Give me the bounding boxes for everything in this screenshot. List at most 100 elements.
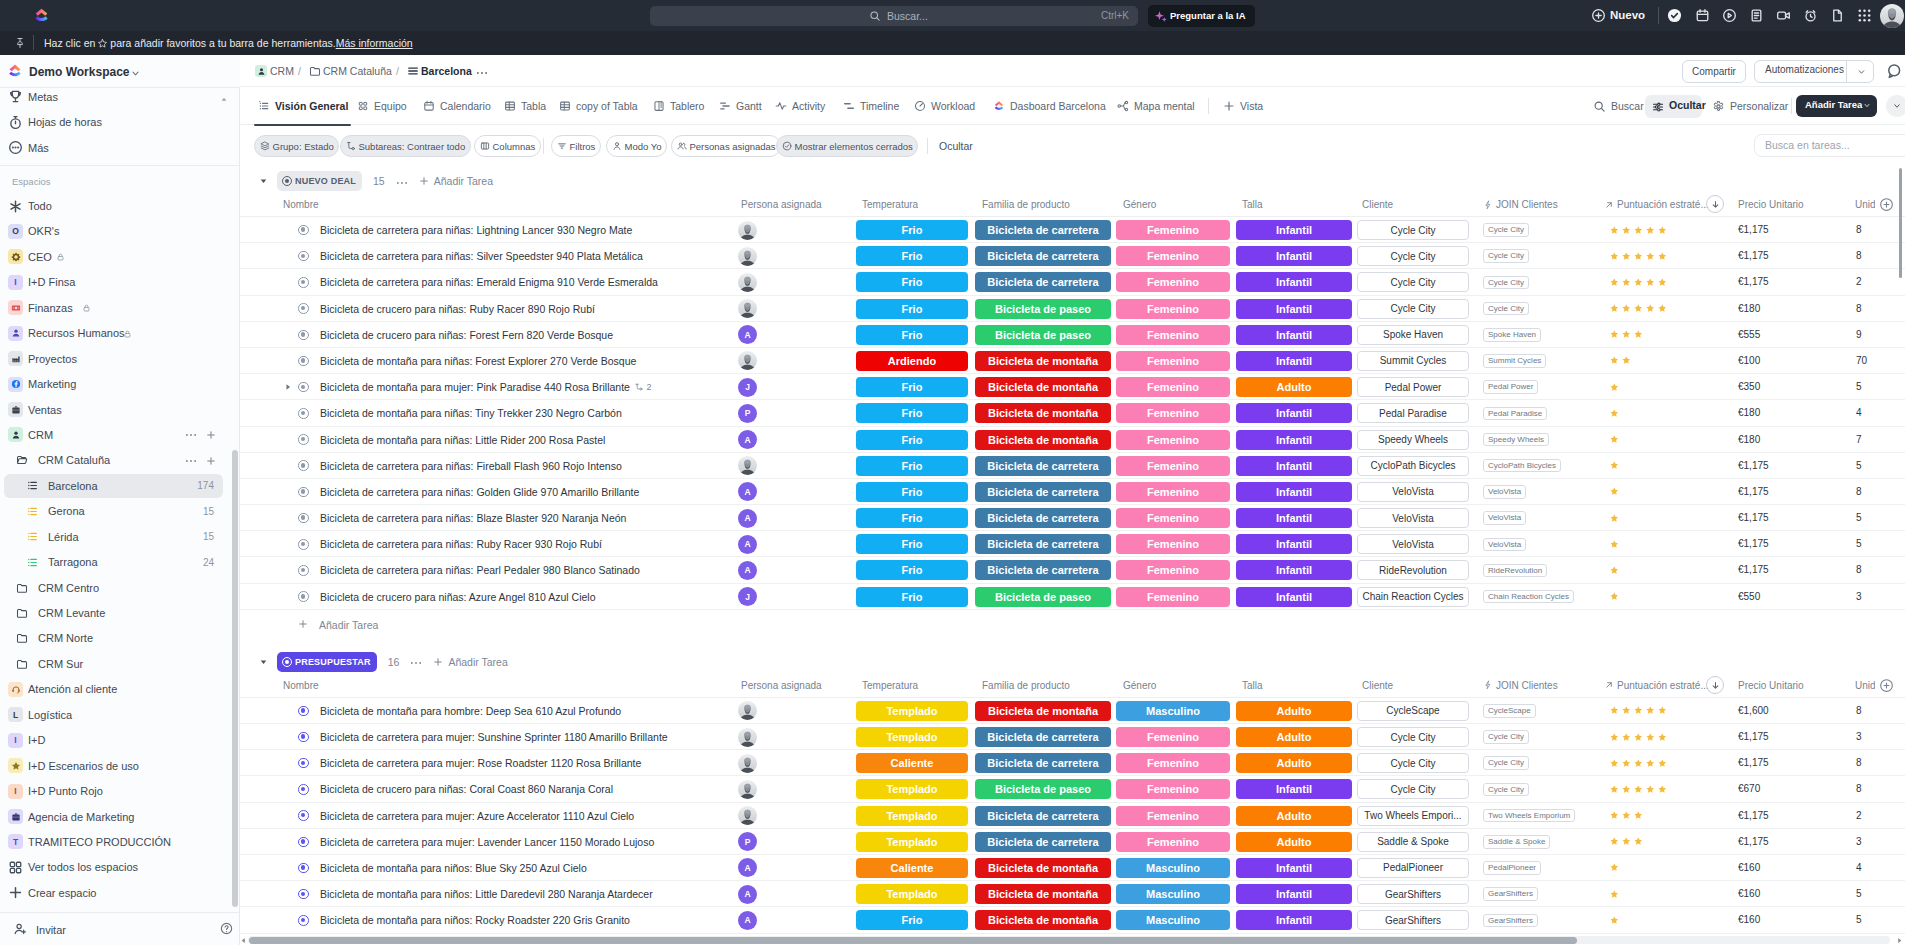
unit-price-cell[interactable]: €1,175 <box>1738 731 1769 742</box>
client-cell[interactable]: VeloVista <box>1357 534 1469 554</box>
units-cell[interactable]: 8 <box>1856 250 1862 261</box>
task-search-input[interactable]: Busca en tareas... <box>1754 134 1905 157</box>
sidebar-item-proyectos[interactable]: Proyectos <box>0 346 240 371</box>
star-icon[interactable] <box>1622 733 1632 743</box>
my-tasks-icon[interactable] <box>1667 8 1682 23</box>
star-icon[interactable] <box>1610 304 1620 314</box>
temperature-pill[interactable]: Caliente <box>856 753 968 773</box>
score-stars[interactable] <box>1610 863 1620 873</box>
task-status-icon[interactable] <box>298 706 309 717</box>
units-cell[interactable]: 5 <box>1856 888 1862 899</box>
task-status-icon[interactable] <box>298 784 309 795</box>
hide-button[interactable]: Ocultar <box>1645 95 1702 118</box>
tab-copy-of-tabla[interactable]: copy of Tabla <box>559 87 638 125</box>
sidebar-item-gerona[interactable]: Gerona15 <box>0 499 240 524</box>
breadcrumb-crm[interactable]: CRM <box>270 65 294 77</box>
col-assignee[interactable]: Persona asignada <box>741 680 822 691</box>
size-pill[interactable]: Adulto <box>1236 753 1352 773</box>
unit-price-cell[interactable]: €670 <box>1738 783 1760 794</box>
star-icon[interactable] <box>1622 837 1632 847</box>
task-name[interactable]: Bicicleta de carretera para niñas: Blaze… <box>320 512 626 524</box>
tab-timeline[interactable]: Timeline <box>843 87 899 125</box>
sidebar-item-okr-s[interactable]: OOKR's <box>0 219 240 244</box>
assignee-avatar[interactable]: A <box>738 885 757 904</box>
units-cell[interactable]: 8 <box>1856 486 1862 497</box>
unit-price-cell[interactable]: €1,175 <box>1738 276 1769 287</box>
join-client-tag[interactable]: VeloVista <box>1483 538 1526 552</box>
units-cell[interactable]: 7 <box>1856 434 1862 445</box>
score-stars[interactable] <box>1610 706 1668 716</box>
family-pill[interactable]: Bicicleta de carretera <box>975 456 1111 476</box>
sidebar-item-i-d-finsa[interactable]: II+D Finsa <box>0 270 240 295</box>
star-icon[interactable] <box>1634 304 1644 314</box>
task-name[interactable]: Bicicleta de carretera para mujer: Laven… <box>320 836 654 848</box>
units-cell[interactable]: 5 <box>1856 512 1862 523</box>
workspace-switcher[interactable]: Demo Workspace <box>0 55 240 88</box>
col-name[interactable]: Nombre <box>283 680 319 691</box>
star-icon[interactable] <box>1646 252 1656 262</box>
star-icon[interactable] <box>1658 759 1668 769</box>
table-row[interactable]: Bicicleta de crucero para niñas: Azure A… <box>240 584 1905 610</box>
join-client-tag[interactable]: Cycle City <box>1483 783 1529 797</box>
star-icon[interactable] <box>1634 252 1644 262</box>
score-stars[interactable] <box>1610 811 1644 821</box>
star-icon[interactable] <box>1610 409 1620 419</box>
unit-price-cell[interactable]: €1,175 <box>1738 836 1769 847</box>
unit-price-cell[interactable]: €1,600 <box>1738 705 1769 716</box>
task-name[interactable]: Bicicleta de carretera para niñas: Light… <box>320 224 632 236</box>
task-status-icon[interactable] <box>298 251 309 262</box>
assignee-avatar[interactable] <box>738 247 757 266</box>
temperature-pill[interactable]: Frio <box>856 456 968 476</box>
task-status-icon[interactable] <box>298 356 309 367</box>
star-icon[interactable] <box>1634 811 1644 821</box>
units-cell[interactable]: 9 <box>1856 329 1862 340</box>
unit-price-cell[interactable]: €180 <box>1738 434 1760 445</box>
temperature-pill[interactable]: Frio <box>856 482 968 502</box>
task-status-icon[interactable] <box>298 863 309 874</box>
join-client-tag[interactable]: Cycle City <box>1483 756 1529 770</box>
col-units[interactable]: Unidades <box>1855 199 1875 210</box>
sidebar-item-tarragona[interactable]: Tarragona24 <box>0 549 240 574</box>
units-cell[interactable]: 4 <box>1856 407 1862 418</box>
tab-tablero[interactable]: Tablero <box>653 87 704 125</box>
size-pill[interactable]: Infantil <box>1236 587 1352 607</box>
sidebar-item-i-d[interactable]: II+D <box>0 728 240 753</box>
sidebar-item-tramiteco-producci-n[interactable]: TTRAMITECO PRODUCCIÓN <box>0 829 240 854</box>
task-status-icon[interactable] <box>298 837 309 848</box>
temperature-pill[interactable]: Frio <box>856 560 968 580</box>
family-pill[interactable]: Bicicleta de paseo <box>975 779 1111 799</box>
col-units[interactable]: Unidades <box>1855 680 1875 691</box>
gender-pill[interactable]: Femenino <box>1116 377 1230 397</box>
table-row[interactable]: Bicicleta de montaña para niños: Rocky R… <box>240 907 1905 933</box>
score-stars[interactable] <box>1610 487 1620 497</box>
breadcrumb-folder[interactable]: CRM Cataluña <box>323 65 392 77</box>
col-gender[interactable]: Género <box>1123 680 1156 691</box>
unit-price-cell[interactable]: €350 <box>1738 381 1760 392</box>
share-button[interactable]: Compartir <box>1682 60 1746 83</box>
col-unit-price[interactable]: Precio Unitario <box>1738 680 1804 691</box>
star-icon[interactable] <box>1634 706 1644 716</box>
gender-pill[interactable]: Femenino <box>1116 560 1230 580</box>
client-cell[interactable]: Saddle & Spoke <box>1357 832 1469 852</box>
score-stars[interactable] <box>1610 330 1644 340</box>
family-pill[interactable]: Bicicleta de carretera <box>975 753 1111 773</box>
score-stars[interactable] <box>1610 916 1620 926</box>
star-icon[interactable] <box>1646 706 1656 716</box>
assignee-avatar[interactable] <box>738 701 757 720</box>
gender-pill[interactable]: Femenino <box>1116 753 1230 773</box>
size-pill[interactable]: Adulto <box>1236 832 1352 852</box>
star-icon[interactable] <box>1622 304 1632 314</box>
table-row[interactable]: Bicicleta de carretera para mujer: Rose … <box>240 750 1905 776</box>
temperature-pill[interactable]: Ardiendo <box>856 351 968 371</box>
star-icon[interactable] <box>1658 226 1668 236</box>
task-status-icon[interactable] <box>298 303 309 314</box>
table-row[interactable]: Bicicleta de carretera para niñas: Blaze… <box>240 505 1905 531</box>
temperature-pill[interactable]: Frio <box>856 272 968 292</box>
temperature-pill[interactable]: Frio <box>856 220 968 240</box>
automations-button[interactable]: Automatizaciones <box>1754 60 1874 83</box>
assignee-avatar[interactable]: A <box>738 535 757 554</box>
join-client-tag[interactable]: Pedal Power <box>1483 380 1538 394</box>
score-stars[interactable] <box>1610 785 1668 795</box>
task-name[interactable]: Bicicleta de crucero para niñas: Coral C… <box>320 783 613 795</box>
client-cell[interactable]: Cycle City <box>1357 727 1469 747</box>
